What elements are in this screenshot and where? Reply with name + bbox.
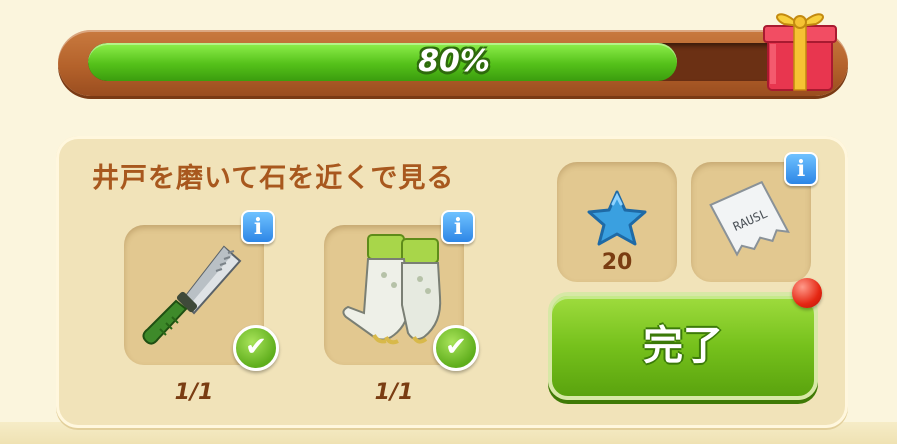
item-count-knife: 1/1 [174, 380, 214, 405]
item-count-gloves: 1/1 [374, 380, 414, 405]
info-button-note[interactable]: i [784, 152, 818, 186]
notification-dot [792, 278, 822, 308]
check-icon-gloves: ✔ [433, 325, 479, 371]
check-icon-knife: ✔ [233, 325, 279, 371]
reward-count-star: 20 [601, 250, 633, 275]
quest-title: 井戸を磨いて石を近くで見る [92, 163, 455, 194]
gift-box-icon[interactable] [760, 0, 840, 96]
complete-button[interactable]: 完了 [548, 292, 818, 400]
info-button-knife[interactable]: i [241, 210, 275, 244]
progress-label: 80% [418, 44, 490, 79]
info-button-gloves[interactable]: i [441, 210, 475, 244]
